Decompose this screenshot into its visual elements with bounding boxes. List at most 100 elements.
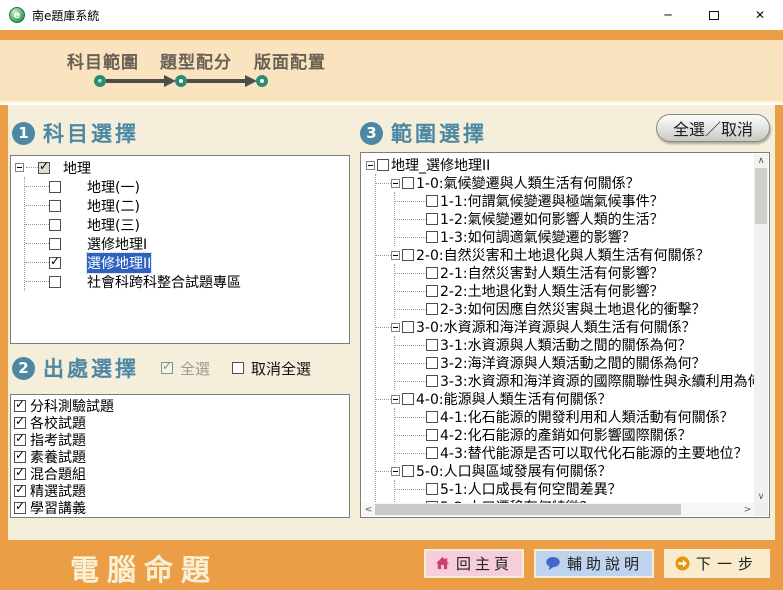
tree-item[interactable]: 4-3:替代能源是否可以取代化石能源的主要地位？ [395, 444, 754, 462]
tree-connector [376, 255, 391, 256]
checkbox[interactable]: ✓ [14, 400, 26, 412]
checkbox[interactable]: ✓ [14, 502, 26, 514]
tree-item[interactable]: 1-2:氣候變遷如何影響人類的生活？ [395, 210, 754, 228]
collapse-minus-icon[interactable] [391, 251, 400, 260]
tree-item[interactable]: 選修地理I [25, 234, 349, 253]
checkbox[interactable]: ✓ [38, 162, 50, 174]
tree-item[interactable]: 3-2:海洋資源與人類活動之間的關係為何？ [395, 354, 754, 372]
tree-item[interactable]: 1-1:何謂氣候變遷與極端氣候事件？ [395, 192, 754, 210]
tree-item[interactable]: 3-1:水資源與人類活動之間的關係為何？ [395, 336, 754, 354]
tree-item[interactable]: 5-0:人口與區域發展有何關係？ [376, 462, 754, 480]
list-item[interactable]: ✓學習講義 [14, 499, 349, 516]
tree-item-label: 選修地理II [87, 253, 151, 273]
select-all-checkbox[interactable]: ✓ [161, 362, 173, 374]
checkbox[interactable] [402, 249, 414, 261]
deselect-all-checkbox[interactable] [232, 362, 244, 374]
horizontal-scrollbar[interactable]: < > [362, 503, 754, 516]
tree-item[interactable]: 4-1:化石能源的開發利用和人類活動有何關係？ [395, 408, 754, 426]
select-all-toggle-button[interactable]: 全選／取消 [656, 114, 770, 142]
checkbox[interactable] [402, 321, 414, 333]
horizontal-scroll-thumb[interactable] [375, 504, 681, 515]
vertical-scrollbar[interactable]: ∧ ∨ [754, 154, 768, 503]
tree-item[interactable]: 2-3:如何因應自然災害與土地退化的衝擊？ [395, 300, 754, 318]
scroll-left-icon[interactable]: < [362, 503, 375, 516]
vertical-scroll-thumb[interactable] [755, 168, 767, 224]
tree-item[interactable]: 地理(一) [25, 177, 349, 196]
list-item[interactable]: ✓指考試題 [14, 431, 349, 448]
tree-connector [395, 417, 426, 418]
collapse-minus-icon[interactable] [15, 163, 24, 172]
deselect-all-checkbox-group[interactable]: 取消全選 [232, 358, 311, 379]
tree-item[interactable]: 2-1:自然災害對人類生活有何影響？ [395, 264, 754, 282]
maximize-icon [709, 11, 719, 20]
collapse-minus-icon[interactable] [391, 323, 400, 332]
checkbox[interactable] [426, 231, 438, 243]
tree-item[interactable]: 2-0:自然災害和土地退化與人類生活有何關係？ [376, 246, 754, 264]
collapse-minus-icon[interactable] [391, 395, 400, 404]
checkbox[interactable] [49, 181, 61, 193]
checkbox[interactable] [49, 276, 61, 288]
list-item[interactable]: ✓混合題組 [14, 465, 349, 482]
checkbox[interactable] [426, 483, 438, 495]
close-button[interactable]: ✕ [737, 0, 783, 30]
tree-item[interactable]: 1-3:如何調適氣候變遷的影響？ [395, 228, 754, 246]
tree-item[interactable]: 社會科跨科整合試題專區 [25, 272, 349, 291]
checkbox[interactable] [377, 159, 389, 171]
checkbox[interactable] [426, 411, 438, 423]
checkbox[interactable] [426, 447, 438, 459]
tree-item-label: 2-2:土地退化對人類生活有何影響？ [440, 281, 664, 301]
checkbox[interactable] [49, 200, 61, 212]
checkbox[interactable] [49, 219, 61, 231]
list-item[interactable]: ✓分科測驗試題 [14, 397, 349, 414]
tree-item[interactable]: 3-0:水資源和海洋資源與人類生活有何關係？ [376, 318, 754, 336]
checkbox[interactable] [426, 303, 438, 315]
maximize-button[interactable] [691, 0, 737, 30]
checkbox[interactable] [402, 465, 414, 477]
tree-item[interactable]: 4-0:能源與人類生活有何關係？ [376, 390, 754, 408]
tree-item[interactable]: ✓ 選修地理II [25, 253, 349, 272]
tree-item[interactable]: 地理(二) [25, 196, 349, 215]
checkbox[interactable]: ✓ [14, 451, 26, 463]
tree-item[interactable]: 4-2:化石能源的產銷如何影響國際關係？ [395, 426, 754, 444]
tree-item[interactable]: 地理_選修地理II [366, 156, 754, 174]
step-circle-1-active [94, 75, 106, 87]
checkbox[interactable] [426, 267, 438, 279]
checkbox[interactable] [426, 339, 438, 351]
list-item[interactable]: ✓精選試題 [14, 482, 349, 499]
checkbox[interactable]: ✓ [14, 434, 26, 446]
tree-connector [25, 205, 49, 206]
tree-item[interactable]: 3-3:水資源和海洋資源的國際關聯性與永續利用為何？ [395, 372, 754, 390]
checkbox[interactable] [426, 357, 438, 369]
checkbox[interactable]: ✓ [14, 417, 26, 429]
tree-item[interactable]: 2-2:土地退化對人類生活有何影響？ [395, 282, 754, 300]
collapse-minus-icon[interactable] [391, 467, 400, 476]
minimize-button[interactable]: ─ [645, 0, 691, 30]
tree-item[interactable]: 5-1:人口成長有何空間差異？ [395, 480, 754, 498]
collapse-minus-icon[interactable] [391, 179, 400, 188]
checkbox[interactable] [426, 375, 438, 387]
tree-item[interactable]: 1-0:氣候變遷與人類生活有何關係？ [376, 174, 754, 192]
checkbox[interactable]: ✓ [14, 485, 26, 497]
tree-item[interactable]: 地理(三) [25, 215, 349, 234]
checkbox[interactable]: ✓ [14, 468, 26, 480]
collapse-minus-icon[interactable] [366, 161, 375, 170]
list-item[interactable]: ✓素養試題 [14, 448, 349, 465]
next-step-button[interactable]: 下一步 [664, 549, 770, 578]
checkbox[interactable] [426, 285, 438, 297]
checkbox[interactable] [426, 213, 438, 225]
select-all-checkbox-group[interactable]: ✓ 全選 [161, 358, 210, 379]
scroll-up-icon[interactable]: ∧ [754, 154, 768, 167]
list-item[interactable]: ✓各校試題 [14, 414, 349, 431]
scroll-down-icon[interactable]: ∨ [754, 490, 768, 503]
tree-item-label: 地理(二) [87, 196, 140, 216]
scroll-right-icon[interactable]: > [741, 503, 754, 516]
checkbox[interactable] [402, 393, 414, 405]
checkbox[interactable]: ✓ [49, 257, 61, 269]
checkbox[interactable] [426, 429, 438, 441]
checkbox[interactable] [426, 195, 438, 207]
checkbox[interactable] [402, 177, 414, 189]
help-button[interactable]: 輔助說明 [534, 549, 654, 578]
tree-item-root[interactable]: ✓地理 [15, 158, 349, 177]
checkbox[interactable] [49, 238, 61, 250]
home-button[interactable]: 回主頁 [424, 549, 524, 578]
